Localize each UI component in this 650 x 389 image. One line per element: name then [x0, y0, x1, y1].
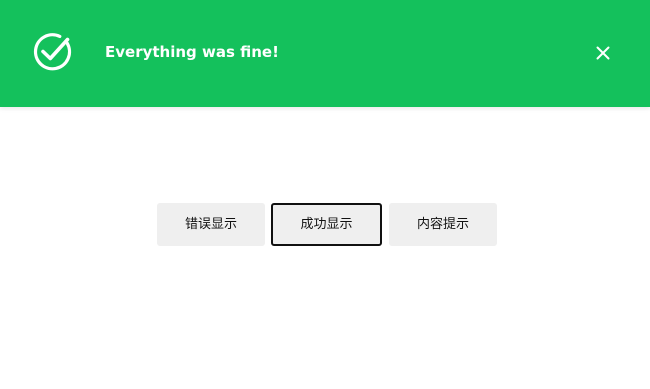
notification-message: Everything was fine! [105, 43, 279, 61]
page: Everything was fine! 错误显示 成功显示 内容提示 [0, 0, 650, 389]
close-icon[interactable] [592, 42, 614, 64]
content-tip-button[interactable]: 内容提示 [389, 203, 497, 246]
check-circle-icon [32, 32, 72, 72]
error-display-button[interactable]: 错误显示 [157, 203, 265, 246]
success-display-button[interactable]: 成功显示 [271, 203, 382, 246]
success-notification: Everything was fine! [0, 0, 650, 107]
